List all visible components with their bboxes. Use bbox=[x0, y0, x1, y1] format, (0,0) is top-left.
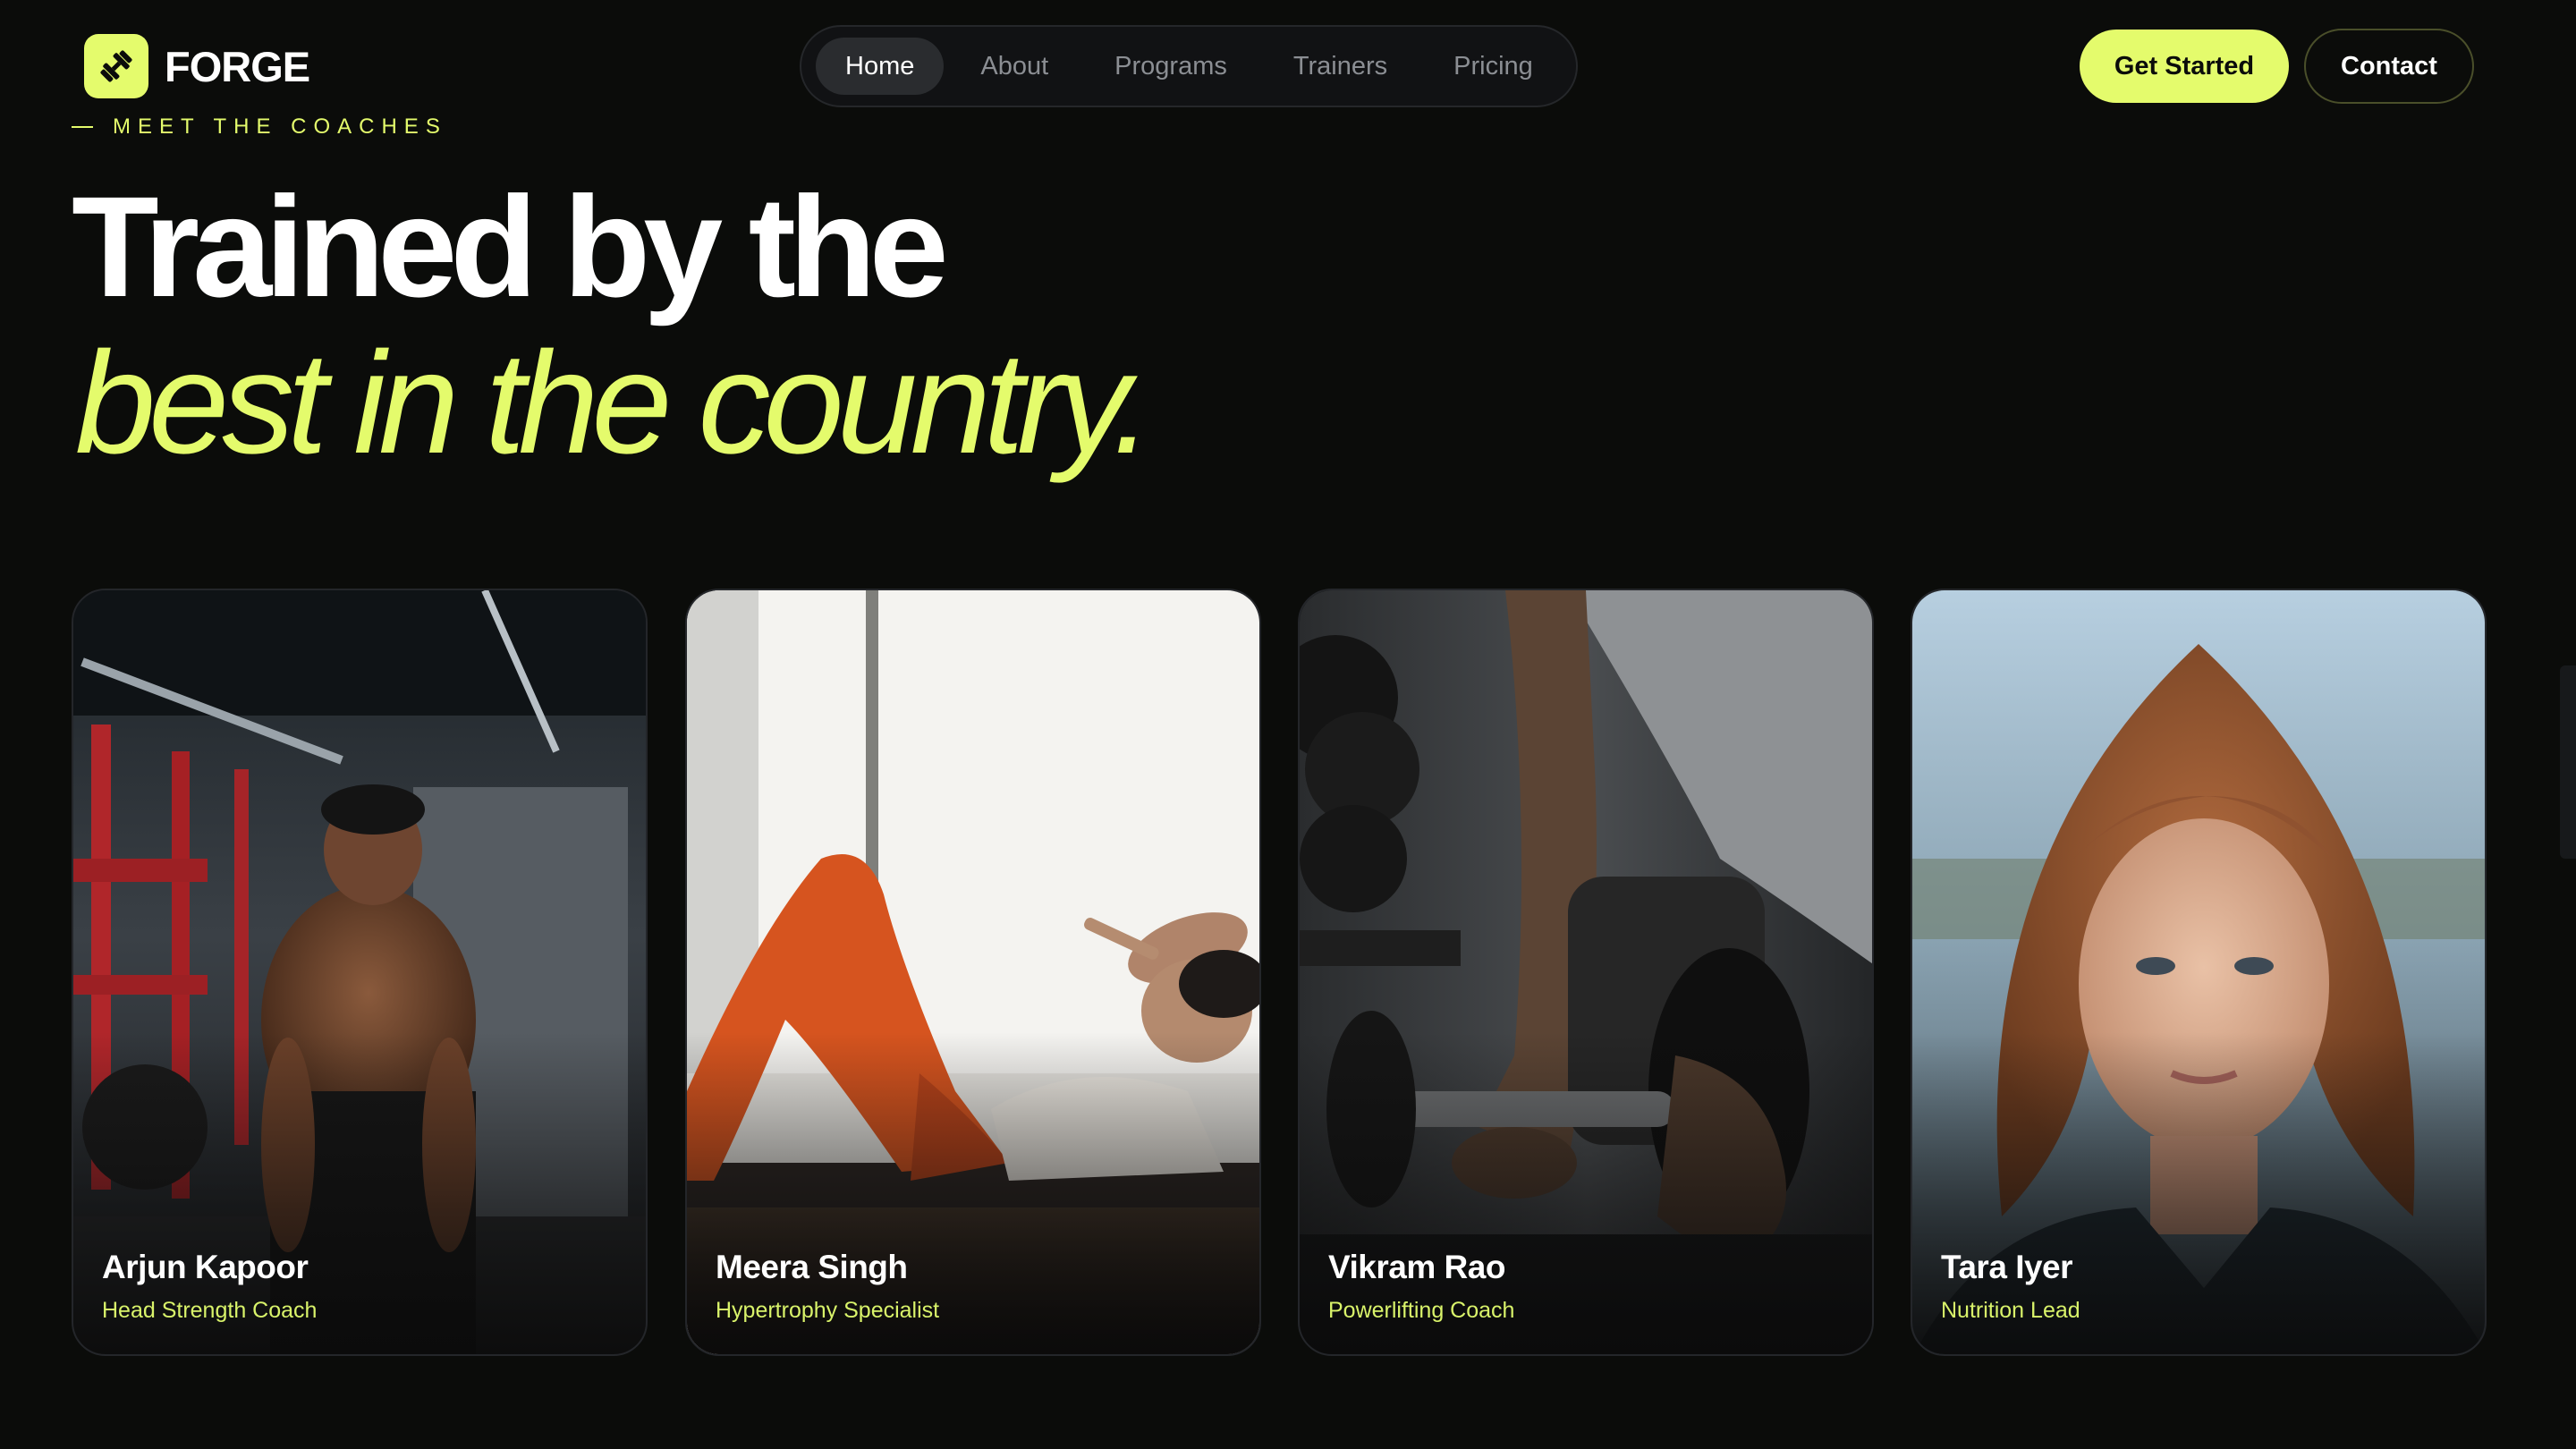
section-eyebrow: MEET THE COACHES bbox=[72, 114, 447, 140]
hero-title-accent: best in the country. bbox=[75, 322, 1153, 484]
get-started-button[interactable]: Get Started bbox=[2080, 30, 2289, 103]
coach-role: Powerlifting Coach bbox=[1328, 1298, 1515, 1323]
hero-title: Trained by the bbox=[72, 166, 949, 326]
coach-role: Hypertrophy Specialist bbox=[716, 1298, 940, 1323]
coach-role: Head Strength Coach bbox=[102, 1298, 318, 1323]
coach-card[interactable]: Meera Singh Hypertrophy Specialist bbox=[685, 589, 1261, 1356]
coach-card[interactable]: Arjun Kapoor Head Strength Coach bbox=[72, 589, 648, 1356]
brand-name: FORGE bbox=[165, 42, 310, 90]
contact-button[interactable]: Contact bbox=[2304, 29, 2474, 104]
scrollbar[interactable] bbox=[2560, 665, 2576, 859]
main-nav: Home About Programs Trainers Pricing bbox=[800, 25, 1578, 107]
coaches-page: FORGE Home About Programs Trainers Prici… bbox=[0, 0, 2576, 1449]
nav-item-programs[interactable]: Programs bbox=[1085, 38, 1257, 95]
brand-logo[interactable]: FORGE bbox=[84, 34, 310, 98]
coach-card[interactable]: Tara Iyer Nutrition Lead bbox=[1911, 589, 2487, 1356]
nav-item-pricing[interactable]: Pricing bbox=[1424, 38, 1563, 95]
nav-item-home[interactable]: Home bbox=[816, 38, 945, 95]
coach-role: Nutrition Lead bbox=[1941, 1298, 2080, 1323]
coach-name: Tara Iyer bbox=[1941, 1249, 2073, 1285]
dumbbell-icon bbox=[84, 34, 148, 98]
coach-name: Arjun Kapoor bbox=[102, 1249, 309, 1285]
nav-item-about[interactable]: About bbox=[951, 38, 1078, 95]
nav-item-trainers[interactable]: Trainers bbox=[1264, 38, 1417, 95]
eyebrow-label: MEET THE COACHES bbox=[113, 114, 447, 139]
coach-name: Meera Singh bbox=[716, 1249, 908, 1285]
eyebrow-dash bbox=[72, 126, 93, 128]
coach-name: Vikram Rao bbox=[1328, 1249, 1505, 1285]
coach-card[interactable]: Vikram Rao Powerlifting Coach bbox=[1298, 589, 1874, 1356]
